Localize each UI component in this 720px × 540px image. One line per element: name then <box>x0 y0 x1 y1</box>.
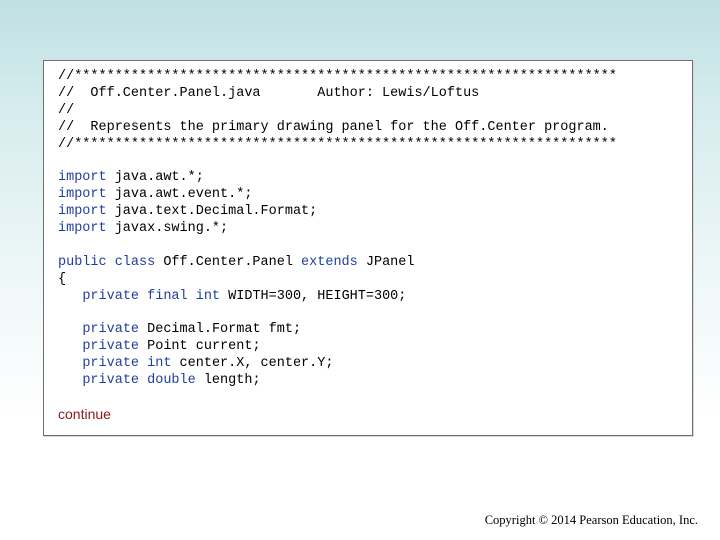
code-line: private final int WIDTH=300, HEIGHT=300; <box>58 289 617 306</box>
code-line: import java.awt.event.*; <box>58 187 617 204</box>
copyright-notice: Copyright © 2014 Pearson Education, Inc. <box>484 513 698 527</box>
code-line: private Point current; <box>58 339 617 356</box>
code-text: java.awt.*; <box>106 170 204 186</box>
code-line: private double length; <box>58 373 617 390</box>
code-keyword: private double <box>82 373 196 389</box>
code-text: java.text.Decimal.Format; <box>106 204 318 220</box>
code-line: private Decimal.Format fmt; <box>58 322 617 339</box>
code-keyword: private final int <box>82 288 221 304</box>
code-text: Off.Center.Panel <box>155 254 302 270</box>
code-keyword: private <box>82 339 140 355</box>
code-text: length; <box>195 373 261 389</box>
code-text: { <box>58 271 67 287</box>
code-keyword: import <box>58 170 107 186</box>
code-keyword: import <box>58 221 107 237</box>
code-keyword: import <box>58 204 107 220</box>
code-text: // <box>58 102 75 118</box>
continue-label: continue <box>58 406 111 422</box>
code-line: public class Off.Center.Panel extends JP… <box>58 255 617 272</box>
code-text: javax.swing.*; <box>106 221 229 237</box>
code-text: Decimal.Format fmt; <box>139 322 302 338</box>
code-panel: //**************************************… <box>43 60 693 436</box>
code-keyword: public class <box>58 254 156 270</box>
code-keyword: private int <box>82 356 172 372</box>
code-text: // Off.Center.Panel.java Author: Lewis/L… <box>58 85 480 101</box>
code-text: WIDTH=300, HEIGHT=300; <box>220 288 407 304</box>
code-line: //**************************************… <box>58 69 617 86</box>
code-line: // Off.Center.Panel.java Author: Lewis/L… <box>58 86 617 103</box>
code-text: JPanel <box>357 254 415 270</box>
code-keyword: import <box>58 187 107 203</box>
code-text: java.awt.event.*; <box>106 187 253 203</box>
code-line: import javax.swing.*; <box>58 221 617 238</box>
code-text: Point current; <box>139 339 261 355</box>
code-line: import java.text.Decimal.Format; <box>58 204 617 221</box>
code-text: // Represents the primary drawing panel … <box>58 119 609 135</box>
code-keyword: private <box>82 322 140 338</box>
code-keyword: extends <box>301 254 358 270</box>
code-listing: //**************************************… <box>58 69 617 390</box>
code-line: // <box>58 103 617 120</box>
code-text: center.X, center.Y; <box>171 356 334 372</box>
code-line: // Represents the primary drawing panel … <box>58 120 617 137</box>
code-line: import java.awt.*; <box>58 170 617 187</box>
code-line: { <box>58 272 617 289</box>
code-text: //**************************************… <box>58 136 617 152</box>
code-line: private int center.X, center.Y; <box>58 356 617 373</box>
code-text: //**************************************… <box>58 69 617 84</box>
code-line: //**************************************… <box>58 137 617 154</box>
